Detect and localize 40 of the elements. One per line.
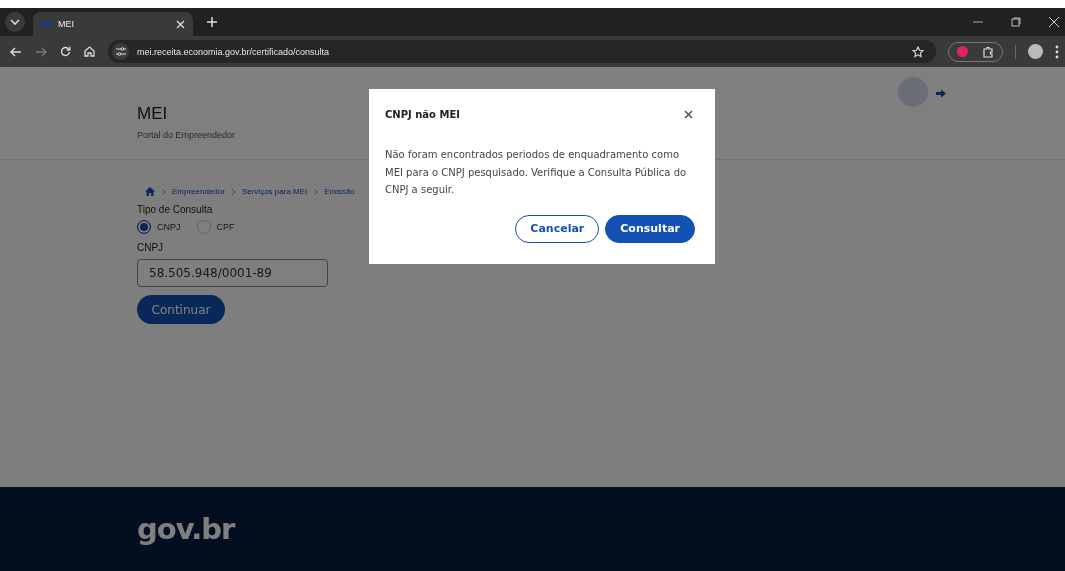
site-subtitle: Portal do Empreendedor — [137, 130, 236, 140]
dialog-title: CNPJ não MEI — [385, 109, 460, 120]
chevron-right-icon — [161, 187, 166, 196]
cnpj-input[interactable]: 58.505.948/0001-89 — [137, 259, 328, 287]
continue-button[interactable]: Continuar — [137, 295, 225, 324]
chevron-right-icon — [313, 187, 319, 196]
site-settings-icon[interactable] — [112, 43, 129, 60]
new-tab-icon[interactable] — [207, 17, 217, 27]
primary-button[interactable]: Consultar — [605, 214, 695, 243]
home-icon[interactable] — [84, 46, 95, 57]
star-icon[interactable] — [912, 45, 924, 58]
back-icon[interactable] — [10, 46, 22, 57]
chevron-right-icon — [230, 187, 236, 196]
breadcrumb-link[interactable]: Empreendedor — [172, 187, 225, 196]
secondary-button[interactable]: Cancelar — [515, 214, 600, 243]
radio-icon[interactable] — [137, 220, 151, 234]
footer-logo[interactable]: gov.br — [137, 512, 235, 546]
favicon-icon — [41, 21, 51, 27]
breadcrumb-link[interactable]: Serviços para MEI — [241, 187, 308, 196]
field-label: Tipo de Consulta — [137, 204, 213, 215]
profile-avatar[interactable] — [1028, 44, 1043, 59]
restore-icon[interactable] — [1011, 17, 1021, 27]
dialog-message: Não foram encontrados periodos de enquadramento como MEI para o CNPJ pesquisado. Verifique a Consulta Pública do CNPJ a seguir. — [385, 148, 688, 197]
puzzle-icon[interactable] — [982, 45, 994, 58]
home-icon[interactable] — [145, 187, 155, 196]
radio-option[interactable]: CNPJ — [137, 220, 181, 234]
chevron-down-icon — [10, 19, 20, 25]
field-label: CNPJ — [137, 242, 164, 253]
browser-tab[interactable]: MEI — [33, 12, 193, 36]
reload-icon[interactable] — [60, 46, 71, 57]
breadcrumb-link[interactable]: Emissão — [324, 187, 355, 196]
radio-option[interactable]: CPF — [196, 220, 235, 234]
sign-out-icon[interactable] — [936, 89, 947, 98]
close-icon[interactable] — [684, 110, 693, 119]
forward-icon[interactable] — [35, 46, 47, 57]
address-bar[interactable]: mei.receita.economia.gov.br/certificado/consulta — [108, 40, 936, 63]
tab-list-button[interactable] — [5, 12, 25, 32]
menu-icon[interactable] — [1055, 44, 1059, 59]
site-title: MEI — [137, 104, 169, 124]
url-text: mei.receita.economia.gov.br/certificado/consulta — [137, 46, 329, 57]
